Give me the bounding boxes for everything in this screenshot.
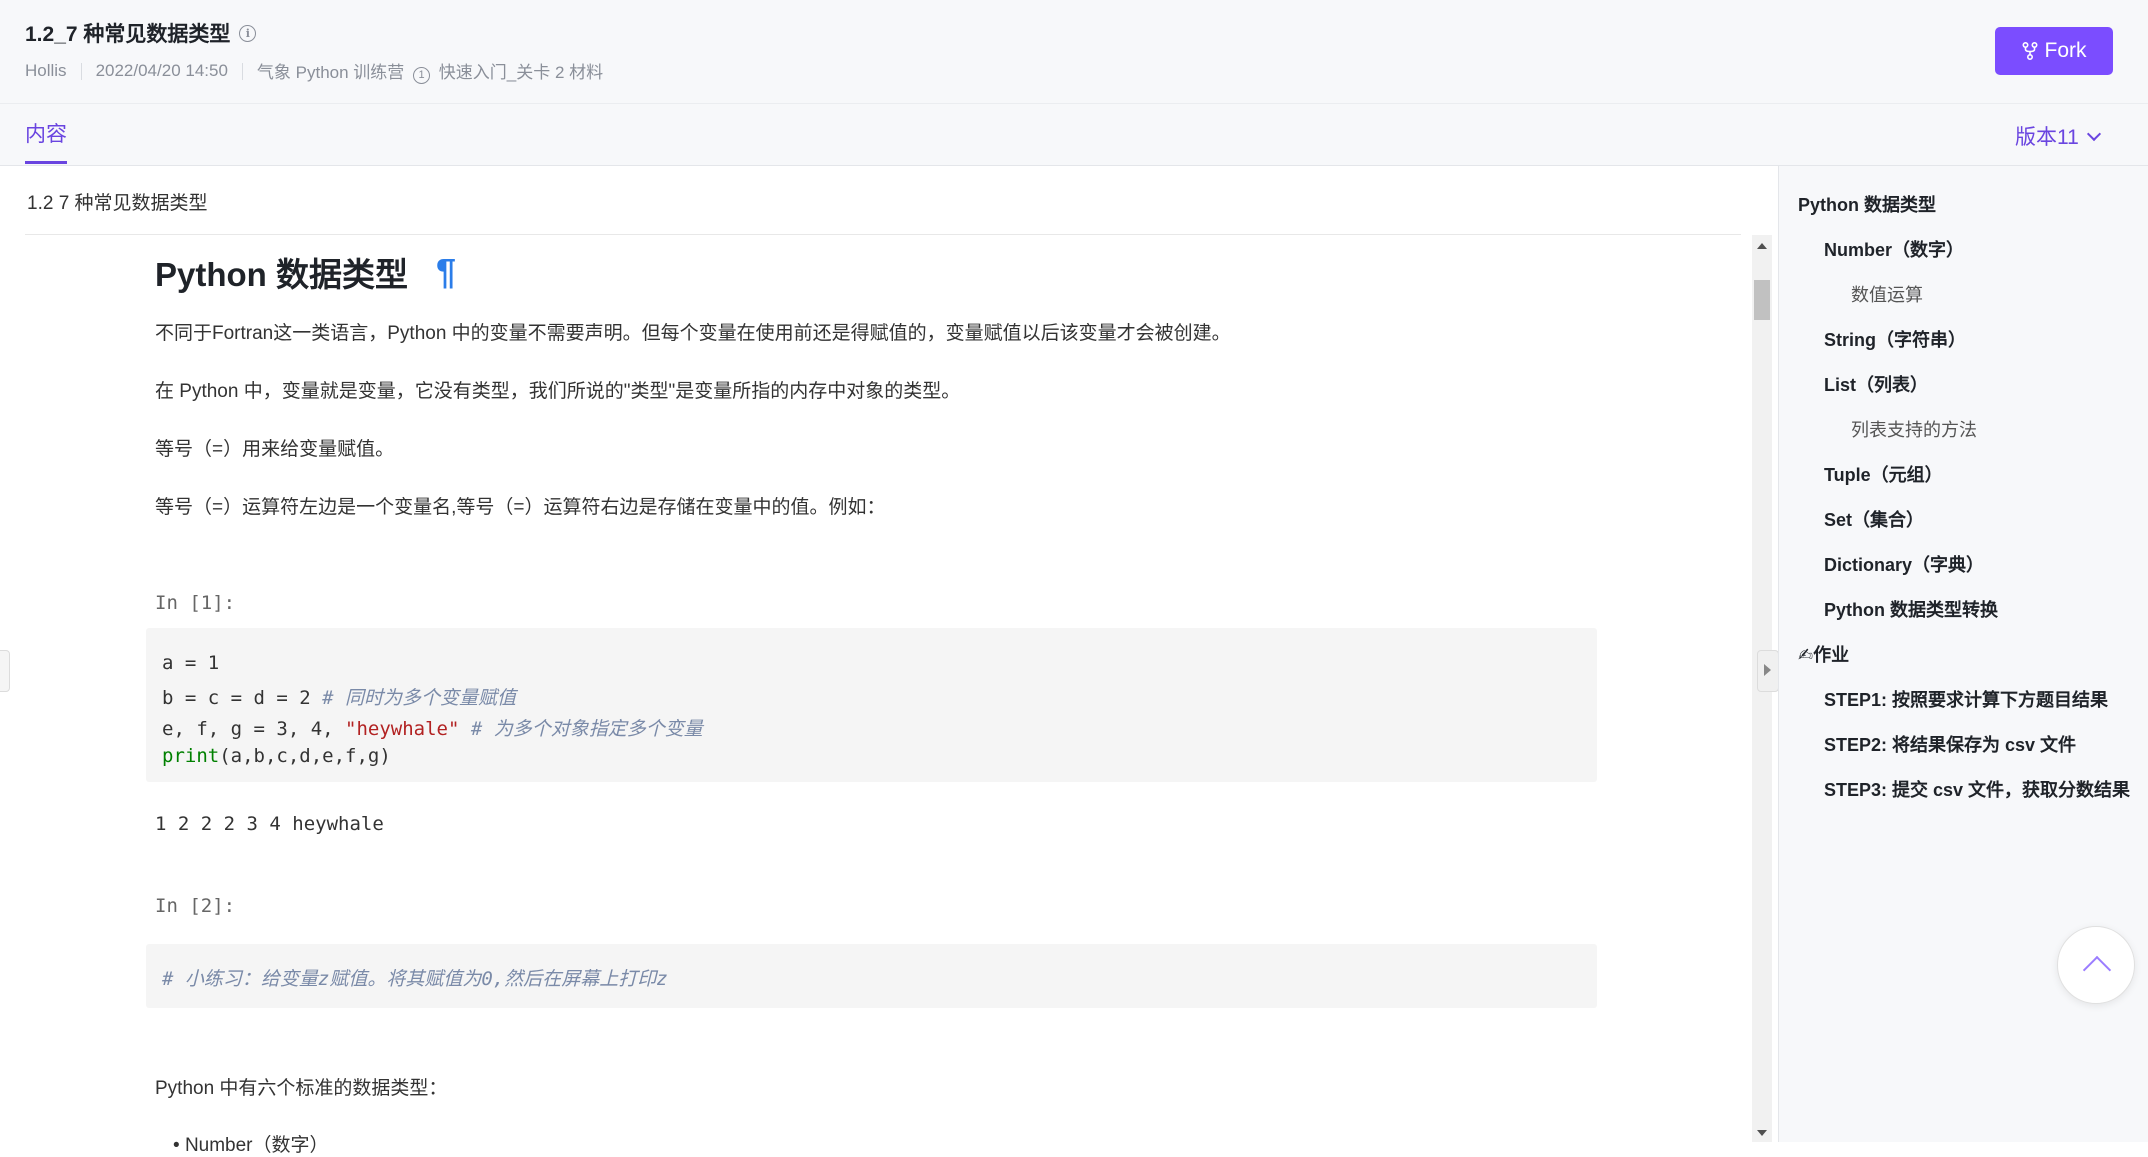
toc-item[interactable]: 列表支持的方法	[1851, 416, 1977, 442]
version-label: 版本11	[2015, 126, 2079, 149]
list-item: • Number（数字）	[173, 1135, 329, 1156]
code-text: e, f, g = 3, 4,	[162, 718, 346, 740]
pilcrow-anchor-link[interactable]: ¶	[436, 251, 456, 293]
divider	[80, 62, 82, 80]
code-line: print(a,b,c,d,e,f,g)	[162, 745, 391, 767]
info-icon[interactable]: i	[239, 24, 257, 42]
meta-row: Hollis 2022/04/20 14:50 气象 Python 训练营 1 …	[25, 58, 603, 84]
code-comment: # 同时为多个变量赋值	[322, 687, 517, 709]
toc-item[interactable]: String（字符串）	[1824, 326, 1966, 352]
project-stage: 快速入门_关卡 2 材料	[438, 63, 604, 82]
toc-item[interactable]: Python 数据类型	[1798, 191, 1936, 217]
chevron-down-icon	[2086, 126, 2101, 141]
toc-item[interactable]: STEP2: 将结果保存为 csv 文件	[1824, 731, 2076, 757]
fork-icon	[2022, 42, 2037, 60]
paragraph: 等号（=）用来给变量赋值。	[155, 439, 395, 460]
code-line: e, f, g = 3, 4, "heywhale" # 为多个对象指定多个变量	[162, 714, 703, 741]
code-cell-input[interactable]: # 小练习：给变量z赋值。将其赋值为0,然后在屏幕上打印z	[146, 944, 1597, 1008]
toc-item[interactable]: Tuple（元组）	[1824, 461, 1943, 487]
notebook-header: 1.2_7 种常见数据类型 i Hollis 2022/04/20 14:50 …	[0, 0, 2148, 104]
left-collapse-handle[interactable]	[0, 650, 10, 692]
code-string: "heywhale"	[345, 718, 460, 740]
list-item-text: Number（数字）	[184, 1135, 329, 1156]
fork-button[interactable]: Fork	[1995, 27, 2113, 75]
scroll-to-top-button[interactable]	[2057, 926, 2135, 1004]
paragraph: Python 中有六个标准的数据类型：	[155, 1078, 448, 1099]
toc-item[interactable]: STEP3: 提交 csv 文件，获取分数结果	[1824, 776, 2130, 802]
toc-item[interactable]: Number（数字）	[1824, 236, 1964, 262]
code-cell-input[interactable]: a = 1 b = c = d = 2 # 同时为多个变量赋值 e, f, g …	[146, 628, 1597, 782]
code-builtin: print	[162, 745, 220, 767]
toc-item[interactable]: Dictionary（字典）	[1824, 551, 1984, 577]
paragraph: 不同于Fortran这一类语言，Python 中的变量不需要声明。但每个变量在使…	[155, 323, 1231, 344]
tab-content[interactable]: 内容	[25, 118, 67, 164]
cell-prompt: In [1]:	[155, 592, 236, 614]
code-comment: # 为多个对象指定多个变量	[459, 718, 703, 740]
toc-item[interactable]: STEP1: 按照要求计算下方题目结果	[1824, 686, 2108, 712]
cell-output: 1 2 2 2 3 4 heywhale	[155, 813, 384, 835]
code-line: a = 1	[162, 652, 220, 674]
toc-item[interactable]: ✍作业	[1798, 641, 1849, 667]
breadcrumb: 1.2 7 种常见数据类型	[27, 193, 208, 214]
page-title: 1.2_7 种常见数据类型	[25, 23, 231, 46]
scroll-up-arrow-icon[interactable]	[1757, 243, 1767, 249]
datetime: 2022/04/20 14:50	[95, 61, 228, 80]
paragraph: 等号（=）运算符左边是一个变量名,等号（=）运算符右边是存储在变量中的值。例如：	[155, 497, 886, 518]
scrollbar-thumb[interactable]	[1754, 280, 1770, 320]
heading-text: Python 数据类型	[155, 256, 408, 293]
paragraph: 在 Python 中，变量就是变量，它没有类型，我们所说的"类型"是变量所指的内…	[155, 381, 961, 402]
code-text: (a,b,c,d,e,f,g)	[219, 745, 391, 767]
toc-item[interactable]: Python 数据类型转换	[1824, 596, 1998, 622]
toc-item[interactable]: Set（集合）	[1824, 506, 1924, 532]
fork-label: Fork	[2044, 39, 2087, 62]
cell-prompt: In [2]:	[155, 895, 236, 917]
divider	[241, 62, 243, 80]
code-line: b = c = d = 2 # 同时为多个变量赋值	[162, 683, 516, 710]
author-name[interactable]: Hollis	[25, 61, 67, 81]
section-heading: Python 数据类型 ¶	[155, 248, 456, 296]
scroll-down-arrow-icon[interactable]	[1757, 1130, 1767, 1136]
toc-item[interactable]: List（列表）	[1824, 371, 1928, 397]
toc-item[interactable]: 数值运算	[1851, 281, 1923, 307]
project-badge: 1	[413, 67, 431, 84]
code-text: b = c = d = 2	[162, 687, 323, 709]
project-name: 气象 Python 训练营	[256, 63, 405, 82]
version-select[interactable]: 版本11	[2015, 121, 2101, 151]
toc-collapse-handle[interactable]	[1757, 650, 1779, 692]
code-comment: # 小练习：给变量z赋值。将其赋值为0,然后在屏幕上打印z	[162, 968, 668, 990]
title-row: 1.2_7 种常见数据类型 i	[25, 18, 257, 48]
tab-bar: 内容 版本11	[0, 104, 2148, 166]
project-link[interactable]: 气象 Python 训练营 1 快速入门_关卡 2 材料	[257, 58, 603, 84]
divider	[25, 234, 1741, 235]
